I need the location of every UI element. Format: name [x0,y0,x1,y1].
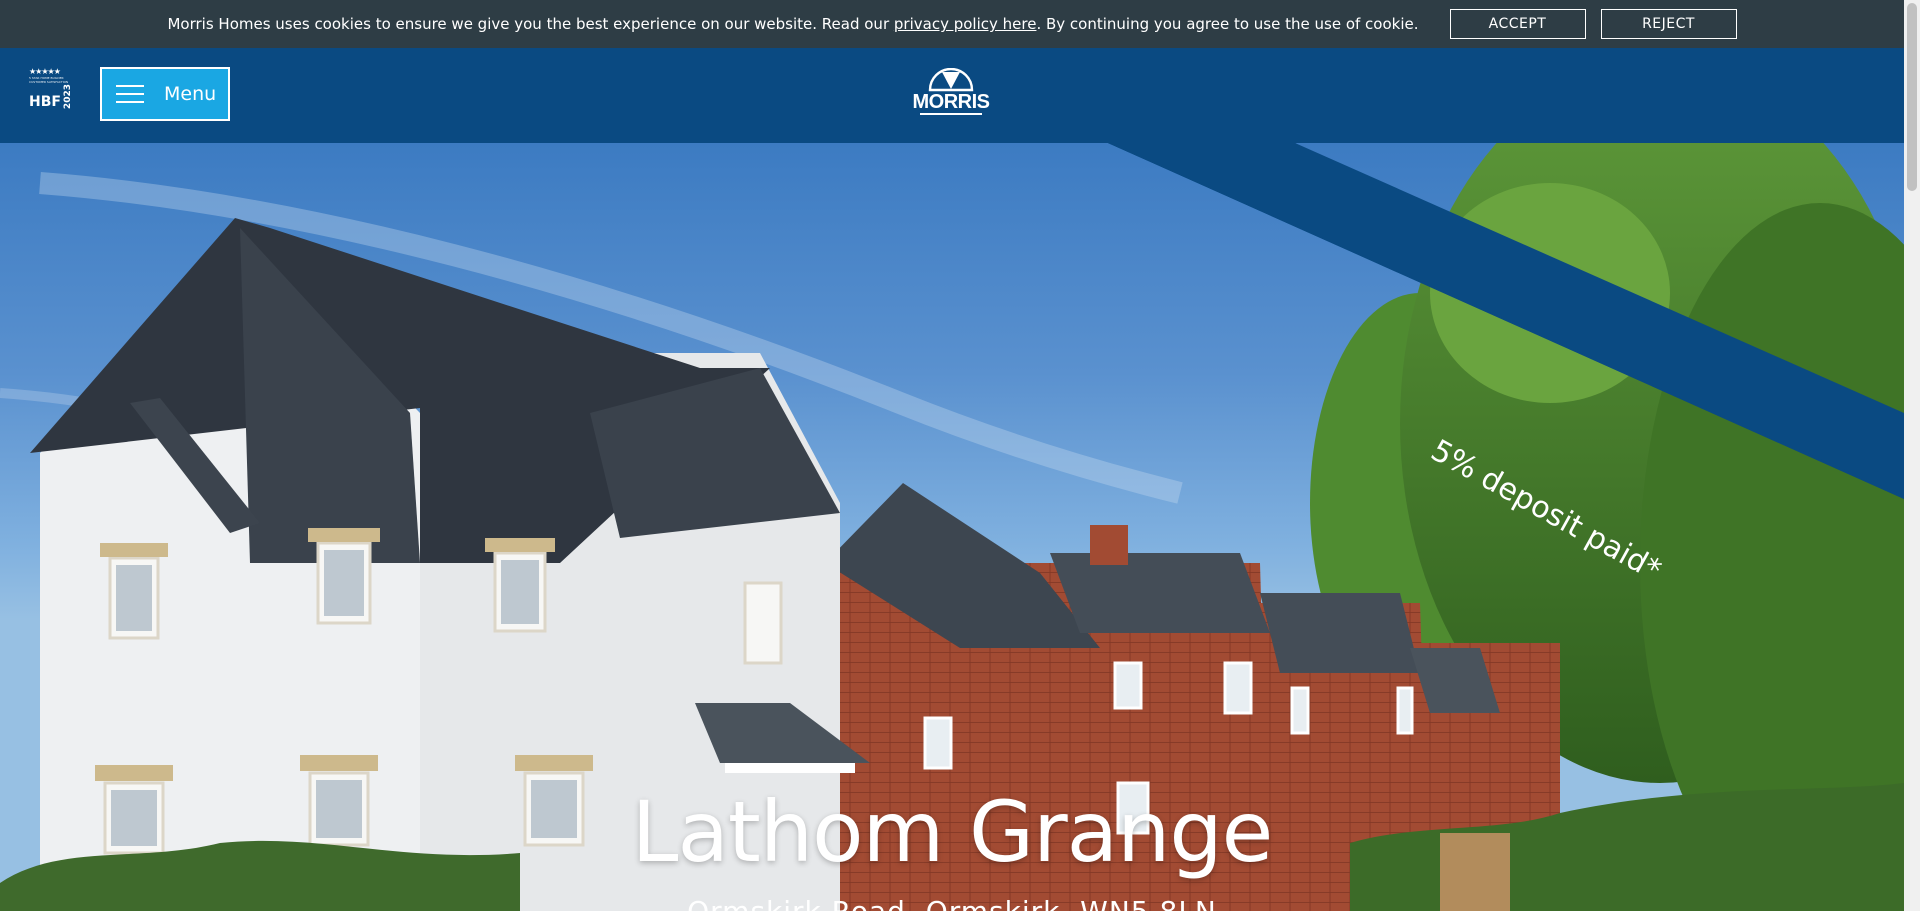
scrollbar-thumb[interactable] [1907,3,1917,191]
privacy-policy-link[interactable]: privacy policy here [894,15,1037,33]
hbf-award-badge: ★★★★★ 5 STAR HOME BUILDER CUSTOMER SATIS… [29,67,77,125]
cookie-message: Morris Homes uses cookies to ensure we g… [167,15,1418,33]
site-header: ★★★★★ 5 STAR HOME BUILDER CUSTOMER SATIS… [0,48,1904,143]
logo-underline [920,113,982,115]
cookie-text-after: . By continuing you agree to use the use… [1036,15,1419,33]
menu-label: Menu [164,83,217,105]
reject-cookies-button[interactable]: REJECT [1600,9,1737,39]
logo-wordmark: MORRIS [912,91,991,113]
development-title: Lathom Grange [631,783,1274,881]
menu-button[interactable]: Menu [100,67,230,121]
cookie-text-before: Morris Homes uses cookies to ensure we g… [167,15,894,33]
page-scrollbar[interactable] [1904,0,1920,911]
morris-logo[interactable]: MORRIS [908,68,994,124]
hamburger-icon [116,85,144,103]
accept-cookies-button[interactable]: ACCEPT [1449,9,1586,39]
development-address: Ormskirk Road, Ormskirk, WN5 8LN [0,895,1904,911]
award-hbf: HBF [29,94,61,111]
award-stars: ★★★★★ [29,67,61,76]
sunrise-logo-icon [928,68,974,92]
cookie-banner: Morris Homes uses cookies to ensure we g… [0,0,1904,48]
award-year: 2023 [62,84,73,110]
hero-section: 5% deposit paid* Lathom Grange Ormskirk … [0,143,1904,911]
